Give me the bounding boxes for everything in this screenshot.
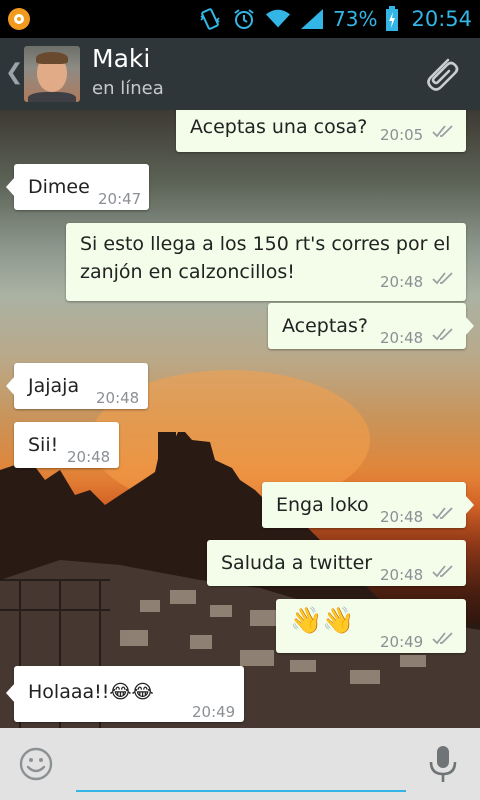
message-time: 20:48: [96, 389, 140, 407]
wifi-icon: [265, 6, 291, 32]
read-ticks-icon: [432, 328, 453, 341]
message-time: 20:48: [380, 273, 424, 291]
signal-icon: [299, 6, 325, 32]
message-text: Saluda a twitter: [221, 552, 373, 574]
chat-header: ❮ Maki en línea: [0, 38, 480, 112]
contact-status: en línea: [92, 78, 164, 99]
message-bubble-incoming[interactable]: Holaaa!!😂😂 20:49: [6, 666, 244, 722]
message-bubble-incoming[interactable]: Sii! 20:48: [14, 422, 119, 468]
message-text: zanjón en calzoncillos!: [80, 261, 295, 283]
message-time: 20:48: [67, 448, 111, 466]
message-time: 20:48: [380, 329, 424, 347]
message-bubble-incoming[interactable]: Dimee 20:47: [6, 164, 149, 210]
chat-area[interactable]: Aceptas una cosa? 20:05 Dimee 20:47 Si e…: [0, 110, 480, 728]
clock: 20:54: [411, 7, 472, 31]
message-text: Sii!: [28, 434, 59, 456]
message-text: Enga loko: [276, 494, 369, 516]
read-ticks-icon: [432, 565, 453, 578]
read-ticks-icon: [432, 272, 453, 285]
back-icon[interactable]: ❮: [5, 60, 23, 85]
alarm-icon: [231, 6, 257, 32]
message-bubble-incoming[interactable]: Jajaja 20:48: [6, 363, 148, 409]
emoji-icon[interactable]: [18, 746, 54, 782]
message-bubble-outgoing[interactable]: 👋👋 20:49: [276, 599, 466, 653]
message-bubble-outgoing[interactable]: Enga loko 20:48: [262, 482, 474, 528]
avatar[interactable]: [24, 46, 80, 102]
message-text: 👋👋: [290, 606, 355, 636]
read-ticks-icon: [432, 632, 453, 645]
message-time: 20:48: [380, 508, 424, 526]
attach-icon[interactable]: [418, 52, 462, 96]
message-text: Aceptas?: [282, 315, 368, 337]
message-time: 20:48: [380, 566, 424, 584]
compose-bar: [0, 728, 480, 800]
message-bubble-outgoing[interactable]: Saluda a twitter 20:48: [207, 540, 466, 586]
battery-percent: 73%: [333, 7, 378, 31]
contact-name[interactable]: Maki: [92, 44, 150, 73]
message-text: Si esto llega a los 150 rt's corres por …: [80, 233, 451, 255]
message-input[interactable]: [76, 754, 406, 792]
message-time: 20:05: [380, 126, 424, 144]
read-ticks-icon: [432, 125, 453, 138]
message-bubble-outgoing[interactable]: Aceptas? 20:48: [268, 303, 474, 349]
read-ticks-icon: [432, 507, 453, 520]
app-notification-icon: [8, 8, 30, 30]
vibrate-icon: [197, 6, 223, 32]
battery-icon: [385, 6, 399, 32]
message-text: Jajaja: [28, 375, 80, 397]
message-text: Holaaa!!😂😂: [28, 681, 154, 703]
message-bubble-outgoing[interactable]: Aceptas una cosa? 20:05: [176, 110, 466, 152]
message-text: Aceptas una cosa?: [190, 116, 368, 138]
message-bubble-outgoing[interactable]: Si esto llega a los 150 rt's corres por …: [66, 223, 466, 301]
message-text: Dimee: [28, 176, 90, 198]
status-bar: 73% 20:54: [0, 0, 480, 38]
message-time: 20:49: [192, 703, 236, 721]
message-time: 20:47: [98, 190, 142, 208]
message-time: 20:49: [380, 633, 424, 651]
microphone-icon[interactable]: [426, 744, 460, 784]
